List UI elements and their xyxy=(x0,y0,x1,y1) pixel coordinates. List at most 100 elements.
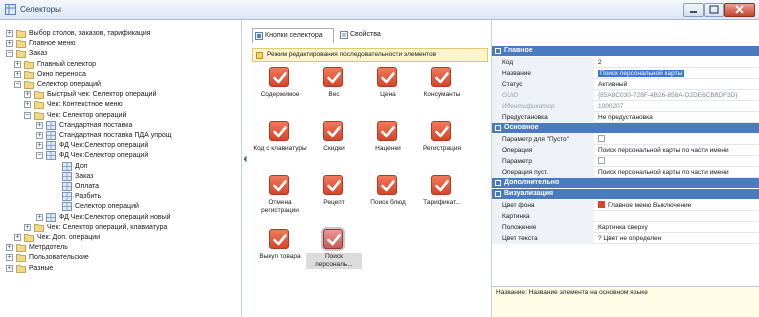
button-checkbox[interactable] xyxy=(323,175,343,195)
collapse-arrow-icon[interactable] xyxy=(243,155,247,163)
selector-button-label: Поиск блюд xyxy=(370,199,406,206)
property-category[interactable]: Визуализация xyxy=(492,189,759,199)
category-title: Главное xyxy=(504,47,533,54)
property-row[interactable]: Название Поиск персональной карты xyxy=(492,68,759,79)
button-checkbox[interactable] xyxy=(323,121,343,141)
tab-properties[interactable]: Свойства xyxy=(338,28,386,43)
property-value[interactable] xyxy=(596,211,759,222)
property-row[interactable]: Цвет текста ? Цвет не определен xyxy=(492,233,759,244)
value-text: 2 xyxy=(598,59,602,66)
selector-button[interactable]: Содержимое xyxy=(252,67,308,115)
selector-button[interactable]: Поиск персональ... xyxy=(306,229,362,277)
property-value[interactable]: Поиск персональной карты по части имени xyxy=(596,145,759,156)
property-row[interactable]: Цвет фона Главное меню Выключение xyxy=(492,200,759,211)
property-row[interactable]: Предустановка Не предустановка xyxy=(492,112,759,123)
expand-icon[interactable]: + xyxy=(36,132,43,139)
property-key: Цвет фона xyxy=(492,200,594,211)
property-row[interactable]: Картинка xyxy=(492,211,759,222)
folder-icon xyxy=(34,111,44,120)
property-row[interactable]: Параметр для "Пусто" xyxy=(492,134,759,145)
property-key: GUID xyxy=(492,90,594,101)
expand-icon[interactable]: + xyxy=(36,213,43,221)
selector-button[interactable]: Поиск блюд xyxy=(360,175,416,223)
property-category[interactable]: Дополнительно xyxy=(492,178,759,188)
property-row[interactable]: Статус Активный xyxy=(492,79,759,90)
property-grid[interactable]: Главное Код 2 Название Поиск персональной ка… xyxy=(491,20,759,317)
property-row[interactable]: Идентификатор 1000207 xyxy=(492,101,759,112)
expand-icon[interactable]: + xyxy=(6,40,13,48)
property-row[interactable]: Код 2 xyxy=(492,57,759,68)
property-value[interactable] xyxy=(596,134,759,145)
property-category[interactable]: Главное xyxy=(492,46,759,56)
expand-icon[interactable]: + xyxy=(6,244,13,252)
property-value[interactable]: ? Цвет не определен xyxy=(596,233,759,244)
button-checkbox[interactable] xyxy=(269,175,289,195)
close-button[interactable] xyxy=(724,3,755,17)
folder-icon xyxy=(24,60,34,69)
property-value[interactable]: Картинка сверху xyxy=(596,222,759,233)
expand-icon[interactable]: + xyxy=(24,91,31,99)
expand-icon[interactable]: + xyxy=(24,101,31,109)
property-value[interactable] xyxy=(596,156,759,167)
category-collapse-icon[interactable] xyxy=(495,191,501,197)
selector-tree[interactable]: + Выбор столов, заказов, тарификация + Глав… xyxy=(0,20,242,317)
property-value[interactable]: Поиск персональной карты xyxy=(596,68,759,79)
button-checkbox[interactable] xyxy=(431,175,451,195)
expand-icon[interactable]: + xyxy=(6,254,13,262)
selector-button[interactable]: Выкуп товара xyxy=(252,229,308,277)
expand-icon[interactable]: + xyxy=(14,60,21,68)
button-checkbox[interactable] xyxy=(269,67,289,87)
selector-button[interactable]: Консуманты xyxy=(414,67,470,115)
maximize-button[interactable] xyxy=(704,3,724,17)
collapse-icon[interactable]: − xyxy=(36,152,43,160)
grid-icon xyxy=(46,131,56,140)
expand-icon[interactable]: + xyxy=(6,30,13,37)
property-value[interactable]: Поиск персональной карты по части имени xyxy=(596,167,759,178)
button-checkbox[interactable] xyxy=(431,121,451,141)
minimize-button[interactable] xyxy=(683,3,704,17)
button-checkbox[interactable] xyxy=(269,229,289,249)
collapse-icon[interactable]: − xyxy=(24,111,31,119)
selector-button[interactable]: Скидки xyxy=(306,121,362,169)
expand-icon[interactable]: + xyxy=(36,121,43,129)
expand-icon[interactable]: + xyxy=(24,223,31,231)
expand-icon[interactable]: + xyxy=(6,264,13,272)
button-checkbox[interactable] xyxy=(377,121,397,141)
property-value[interactable]: Главное меню Выключение xyxy=(596,200,759,211)
category-collapse-icon[interactable] xyxy=(495,48,501,54)
selector-button[interactable]: Тарификат... xyxy=(414,175,470,223)
category-collapse-icon[interactable] xyxy=(495,125,501,131)
property-row[interactable]: Параметр xyxy=(492,156,759,167)
button-checkbox[interactable] xyxy=(323,229,343,249)
property-value[interactable]: Активный xyxy=(596,79,759,90)
selector-button[interactable]: Отмена регистрации xyxy=(252,175,308,223)
collapse-icon[interactable]: − xyxy=(14,81,21,88)
property-value[interactable]: 2 xyxy=(596,57,759,68)
expand-icon[interactable]: + xyxy=(14,70,21,78)
property-row[interactable]: Операция Поиск персональной карты по част… xyxy=(492,145,759,156)
selector-button[interactable]: Цена xyxy=(360,67,416,115)
value-picker-icon[interactable] xyxy=(598,157,605,164)
selector-button[interactable]: Наценки xyxy=(360,121,416,169)
selector-button[interactable]: Регистрация xyxy=(414,121,470,169)
expand-icon[interactable]: + xyxy=(36,142,43,150)
selector-button[interactable]: Рецепт xyxy=(306,175,362,223)
selector-button[interactable]: Вес xyxy=(306,67,362,115)
expand-icon[interactable]: + xyxy=(14,234,21,241)
tab-selector-buttons[interactable]: Кнопки селектора xyxy=(252,28,334,43)
tree-node[interactable]: + Разные xyxy=(0,263,241,274)
selector-button[interactable]: Код с клавиатуры xyxy=(252,121,308,169)
property-row[interactable]: Операция пуст. Поиск персональной карты п… xyxy=(492,167,759,178)
property-row[interactable]: Положение Картинка сверху xyxy=(492,222,759,233)
button-checkbox[interactable] xyxy=(323,67,343,87)
category-collapse-icon[interactable] xyxy=(495,180,501,186)
value-picker-icon[interactable] xyxy=(598,135,605,142)
button-checkbox[interactable] xyxy=(269,121,289,141)
property-value[interactable]: Не предустановка xyxy=(596,112,759,123)
button-checkbox[interactable] xyxy=(377,67,397,87)
button-checkbox[interactable] xyxy=(377,175,397,195)
property-row[interactable]: GUID {85A8C030-728F-4B26-858A-D2DE6CB8DF3… xyxy=(492,90,759,101)
button-checkbox[interactable] xyxy=(431,67,451,87)
property-category[interactable]: Основное xyxy=(492,123,759,133)
collapse-icon[interactable]: − xyxy=(6,50,13,58)
